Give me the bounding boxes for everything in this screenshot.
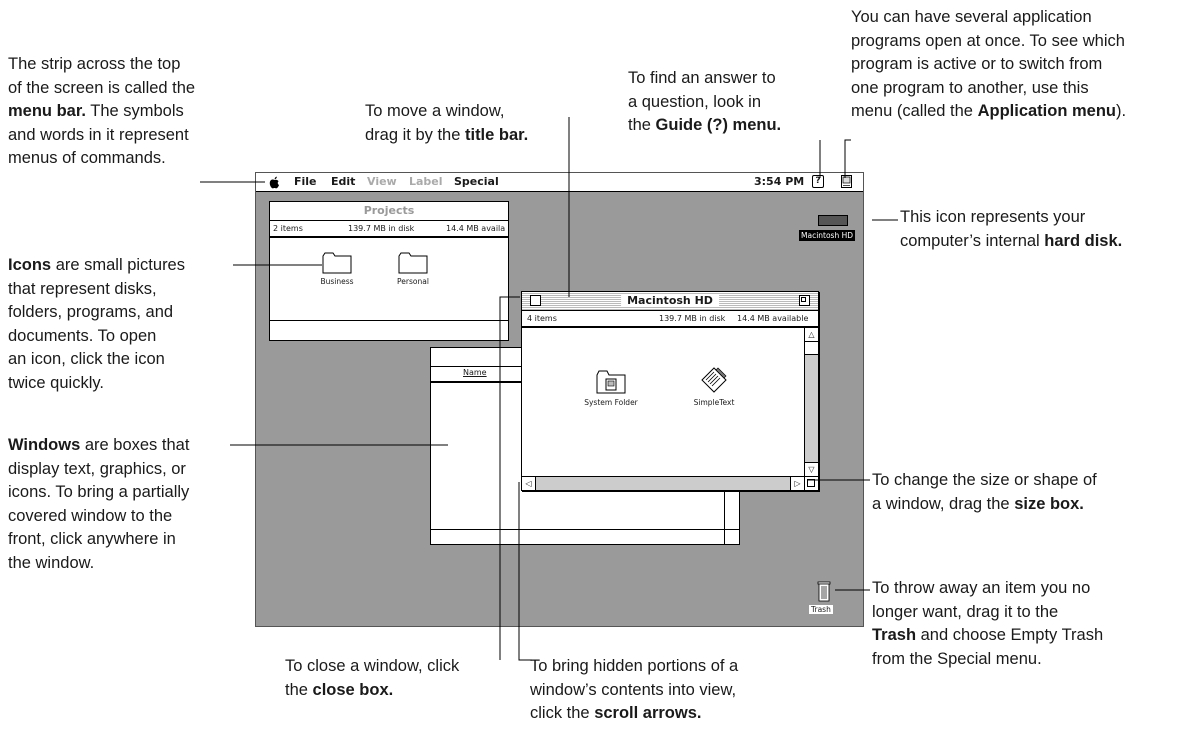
callout-title-bar: To move a window, drag it by the title b… bbox=[365, 102, 529, 144]
simpletext-icon[interactable] bbox=[698, 364, 730, 394]
business-folder-label: Business bbox=[320, 277, 354, 286]
desktop-screen[interactable]: File Edit View Label Special 3:54 PM ? M… bbox=[255, 172, 864, 627]
menu-special[interactable]: Special bbox=[454, 175, 499, 188]
hd-window-title: Macintosh HD bbox=[621, 294, 719, 307]
callout-menu-bar: The strip across the top of the screen i… bbox=[8, 55, 196, 167]
menu-edit[interactable]: Edit bbox=[331, 175, 355, 188]
hd-item-count: 4 items bbox=[527, 314, 557, 323]
menu-bar: File Edit View Label Special 3:54 PM ? bbox=[256, 173, 863, 192]
system-folder-label: System Folder bbox=[584, 398, 638, 407]
zoom-box-inner bbox=[801, 297, 806, 302]
projects-window-title: Projects bbox=[357, 204, 421, 217]
menu-label[interactable]: Label bbox=[409, 175, 443, 188]
name-column-header[interactable]: Name bbox=[463, 368, 487, 377]
hard-disk-icon[interactable] bbox=[818, 215, 848, 226]
guide-menu-icon[interactable]: ? bbox=[812, 175, 824, 188]
trash-label: Trash bbox=[809, 605, 833, 614]
hd-disk-used: 139.7 MB in disk bbox=[659, 314, 726, 323]
callout-hard-disk: This icon represents your computer’s int… bbox=[900, 208, 1123, 250]
callout-windows: Windows are boxes that display text, gra… bbox=[8, 436, 190, 572]
personal-folder-label: Personal bbox=[397, 277, 429, 286]
size-box-inner bbox=[807, 479, 815, 487]
macintosh-hd-window[interactable]: Macintosh HD 4 items 139.7 MB in disk 14… bbox=[521, 291, 819, 491]
list-window-horizontal-scrollbar[interactable] bbox=[431, 529, 739, 530]
scroll-left-arrow[interactable]: ◁ bbox=[522, 477, 536, 490]
projects-info-bar: 2 items 139.7 MB in disk 14.4 MB availa bbox=[270, 221, 508, 238]
trash-icon[interactable] bbox=[817, 580, 831, 602]
callout-close-box: To close a window, click the close box. bbox=[285, 657, 460, 699]
system-folder-icon[interactable] bbox=[596, 370, 626, 394]
close-box[interactable] bbox=[530, 295, 541, 306]
hd-info-bar: 4 items 139.7 MB in disk 14.4 MB availab… bbox=[522, 311, 818, 328]
application-menu-icon[interactable] bbox=[840, 175, 853, 189]
scroll-right-arrow[interactable]: ▷ bbox=[790, 477, 804, 490]
vertical-scroll-thumb[interactable] bbox=[805, 342, 818, 355]
projects-disk-used: 139.7 MB in disk bbox=[348, 224, 415, 233]
projects-available: 14.4 MB availa bbox=[446, 224, 506, 233]
projects-item-count: 2 items bbox=[273, 224, 303, 233]
hd-window-title-bar[interactable]: Macintosh HD bbox=[522, 292, 818, 311]
apple-menu-icon[interactable] bbox=[269, 176, 280, 189]
hd-available: 14.4 MB available bbox=[737, 314, 809, 323]
callout-application-menu: You can have several application program… bbox=[851, 8, 1127, 120]
callout-guide-menu: To find an answer to a question, look in… bbox=[628, 69, 782, 134]
horizontal-scrollbar[interactable]: ◁ ▷ bbox=[522, 476, 804, 490]
size-box[interactable] bbox=[804, 476, 818, 490]
zoom-box[interactable] bbox=[799, 295, 810, 306]
callout-size-box: To change the size or shape of a window,… bbox=[872, 471, 1097, 513]
scroll-down-arrow[interactable]: ▽ bbox=[805, 462, 818, 476]
vertical-scrollbar[interactable]: △ ▽ bbox=[804, 328, 818, 476]
simpletext-label: SimpleText bbox=[693, 398, 735, 407]
callout-scroll-arrows: To bring hidden portions of a window’s c… bbox=[530, 657, 739, 722]
scroll-up-arrow[interactable]: △ bbox=[805, 328, 818, 342]
projects-window[interactable]: Projects 2 items 139.7 MB in disk 14.4 M… bbox=[269, 201, 509, 341]
menubar-clock: 3:54 PM bbox=[754, 175, 805, 188]
menu-view[interactable]: View bbox=[367, 175, 397, 188]
projects-title-bar[interactable]: Projects bbox=[270, 202, 508, 221]
personal-folder-icon[interactable] bbox=[398, 252, 428, 274]
menu-file[interactable]: File bbox=[294, 175, 317, 188]
callout-icons: Icons are small pictures that represent … bbox=[8, 256, 185, 392]
projects-bottom-scrollbar[interactable] bbox=[270, 320, 508, 321]
business-folder-icon[interactable] bbox=[322, 252, 352, 274]
callout-trash: To throw away an item you no longer want… bbox=[872, 579, 1104, 668]
hard-disk-label: Macintosh HD bbox=[799, 230, 856, 241]
